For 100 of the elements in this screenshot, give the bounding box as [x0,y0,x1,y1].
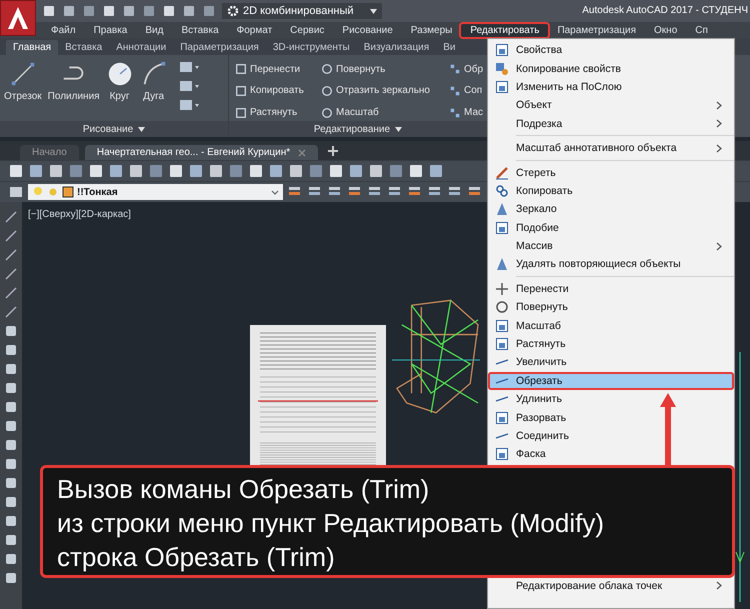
panel-title[interactable]: Редактирование [229,121,487,137]
file-tab[interactable]: Начертательная гео... - Евгений Курицин* [84,145,318,160]
toolbar-icon[interactable] [108,164,124,178]
menu-bar-item[interactable]: Рисование [333,24,402,36]
draw-tool-icon[interactable] [178,79,200,93]
toolbar-icon[interactable] [248,164,264,178]
draw-tool-icon[interactable] [4,571,18,585]
menu-bar-item[interactable]: Размеры [402,24,462,36]
ribbon-tool-button[interactable]: Отразить зеркально [321,82,449,100]
menu-item[interactable]: Объект [488,96,734,115]
draw-tool-icon[interactable] [4,514,18,528]
menu-item[interactable]: Редактирование облака точек [488,576,734,595]
menu-item[interactable]: Масштаб [488,316,734,335]
ribbon-tab[interactable]: Главная [6,40,58,55]
draw-tool-icon[interactable] [178,60,200,74]
toolbar-icon[interactable] [88,164,104,178]
toolbar-icon[interactable] [268,164,284,178]
menu-item[interactable]: Растянуть [488,334,734,354]
menu-item[interactable]: Соединить [488,426,734,446]
file-tab[interactable]: Начало [20,145,79,160]
toolbar-icon[interactable] [208,164,224,178]
menu-bar-item[interactable]: Сп [686,24,717,36]
toolbar-icon[interactable] [188,164,204,178]
ribbon-tab[interactable]: 3D-инструменты [266,40,357,55]
toolbar-icon[interactable] [428,164,444,178]
layer-dropdown[interactable]: !!Тонкая [28,184,283,200]
toolbar-icon[interactable] [28,164,44,178]
toolbar-icon[interactable] [48,164,64,178]
menu-item[interactable]: Перенести [488,280,734,298]
toolbar-icon[interactable] [368,164,384,178]
menu-bar-item[interactable]: Редактировать [461,24,548,36]
ribbon-tool-button[interactable]: Копировать [235,82,321,100]
menu-bar-item[interactable]: Вставка [172,24,228,36]
menu-item[interactable]: Массив [488,236,734,256]
menu-item[interactable]: Разорвать [488,408,734,427]
toolbar-icon[interactable] [328,164,344,178]
draw-tool-icon[interactable] [4,400,18,414]
draw-tool-icon[interactable] [4,343,18,357]
menu-item[interactable]: Копирование свойств [488,59,734,78]
draw-tool-icon[interactable] [4,229,18,243]
menu-item[interactable]: Фаска [488,445,734,464]
draw-tool-icon[interactable] [4,552,18,566]
menu-item[interactable]: Увеличить [488,353,734,372]
workspace-dropdown[interactable]: 2D комбинированный [222,3,382,19]
application-button[interactable] [0,0,36,36]
draw-tool-icon[interactable] [4,381,18,395]
toolbar-icon[interactable] [348,164,364,178]
ribbon-tool-button[interactable]: Обр [449,61,485,78]
toolbar-icon[interactable] [42,4,56,18]
menu-bar-item[interactable]: Правка [84,24,136,36]
menu-item[interactable]: Подобие [488,218,734,237]
menu-bar-item[interactable]: Формат [228,24,282,36]
draw-tool-icon[interactable] [4,210,18,224]
add-tab-icon[interactable] [328,146,338,156]
draw-tool-icon[interactable] [4,495,18,509]
draw-tool-icon[interactable] [4,476,18,490]
ribbon-tool-button[interactable]: Отрезок [4,60,42,102]
ribbon-tool-button[interactable]: Мас [449,104,485,121]
menu-bar-item[interactable]: Вид [136,24,172,36]
menu-item[interactable]: Подрезка [488,114,734,133]
draw-tool-icon[interactable] [4,533,18,547]
ribbon-tab[interactable]: Вставка [58,40,110,55]
draw-tool-icon[interactable] [4,248,18,262]
ribbon-tab[interactable]: Параметризация [173,40,266,55]
menu-item[interactable]: Обрезать [488,372,734,390]
ribbon-tab[interactable]: Аннотации [109,40,174,55]
toolbar-icon[interactable] [408,164,424,178]
toolbar-icon[interactable] [168,164,184,178]
menu-bar-item[interactable]: Окно [645,24,686,36]
toolbar-icon[interactable] [128,164,144,178]
layer-icon[interactable] [8,185,24,199]
menu-item[interactable]: Свойства [488,41,734,60]
draw-tool-icon[interactable] [4,457,18,471]
draw-tool-icon[interactable] [4,438,18,452]
toolbar-icon[interactable] [182,4,196,18]
viewport-label[interactable]: [−][Сверху][2D-каркас] [28,209,131,220]
menu-item[interactable]: Удлинить [488,390,734,408]
draw-tool-icon[interactable] [4,286,18,300]
draw-tool-icon[interactable] [4,305,18,319]
toolbar-icon[interactable] [8,164,24,178]
menu-bar-item[interactable]: Параметризация [548,24,646,36]
ribbon-tool-button[interactable]: Соп [449,82,485,100]
ribbon-tab[interactable]: Ви [436,40,462,55]
toolbar-icon[interactable] [122,4,136,18]
ribbon-tool-button[interactable]: Растянуть [235,104,321,121]
toolbar-icon[interactable] [62,4,76,18]
menu-item[interactable]: Зеркало [488,200,734,219]
draw-tool-icon[interactable] [178,98,200,112]
toolbar-icon[interactable] [162,4,176,18]
menu-item[interactable]: Удалять повторяющиеся объекты [488,255,734,274]
toolbar-icon[interactable] [288,164,304,178]
draw-tool-icon[interactable] [4,324,18,338]
menu-bar-item[interactable]: Сервис [281,24,334,36]
menu-item[interactable]: Масштаб аннотативного объекта [488,138,734,158]
draw-tool-icon[interactable] [4,419,18,433]
ribbon-tool-button[interactable]: Перенести [235,61,321,78]
panel-title[interactable]: Рисование [0,121,228,137]
ribbon-tool-button[interactable]: Повернуть [321,61,449,78]
menu-item[interactable]: Изменить на ПоСлою [488,78,734,96]
draw-tool-icon[interactable] [4,362,18,376]
